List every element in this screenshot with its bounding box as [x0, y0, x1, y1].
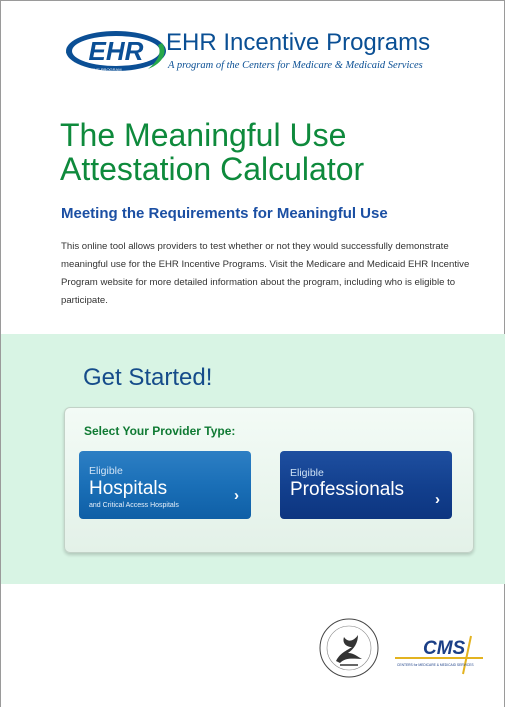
page-subtitle: Meeting the Requirements for Meaningful … — [61, 205, 388, 222]
cms-text: CMS — [423, 638, 466, 659]
get-started-heading: Get Started! — [83, 364, 213, 391]
provider-type-label: Select Your Provider Type: — [84, 424, 236, 438]
professionals-label: Professionals — [290, 479, 405, 500]
chevron-right-icon: › — [234, 487, 239, 504]
hhs-seal-icon[interactable] — [318, 617, 380, 679]
hospitals-sub-label: and Critical Access Hospitals — [89, 502, 179, 509]
chevron-right-icon: › — [435, 491, 440, 508]
logo-subtitle: A program of the Centers for Medicare & … — [168, 60, 423, 71]
professionals-eligible-label: Eligible — [290, 467, 324, 479]
ehr-logo[interactable]: EHR INCENTIVE PROGRAM EHR Incentive Prog… — [60, 27, 440, 75]
cms-logo-icon[interactable]: CMS CENTERS for MEDICARE & MEDICAID SERV… — [393, 632, 493, 676]
ehr-logo-icon: EHR INCENTIVE PROGRAM — [66, 31, 166, 72]
eligible-hospitals-button[interactable]: Eligible Hospitals and Critical Access H… — [79, 451, 251, 519]
hospitals-label: Hospitals — [89, 478, 168, 499]
intro-paragraph: This online tool allows providers to tes… — [61, 241, 470, 306]
page-title: The Meaningful Use Attestation Calculato… — [60, 117, 365, 187]
hospitals-eligible-label: Eligible — [89, 465, 123, 477]
cms-small-text: CENTERS for MEDICARE & MEDICAID SERVICES — [397, 663, 474, 667]
logo-small-text: INCENTIVE PROGRAM — [78, 67, 121, 72]
logo-title: EHR Incentive Programs — [166, 29, 431, 56]
eligible-professionals-button[interactable]: Eligible Professionals › — [280, 451, 452, 519]
logo-ehr-text: EHR — [89, 36, 144, 66]
